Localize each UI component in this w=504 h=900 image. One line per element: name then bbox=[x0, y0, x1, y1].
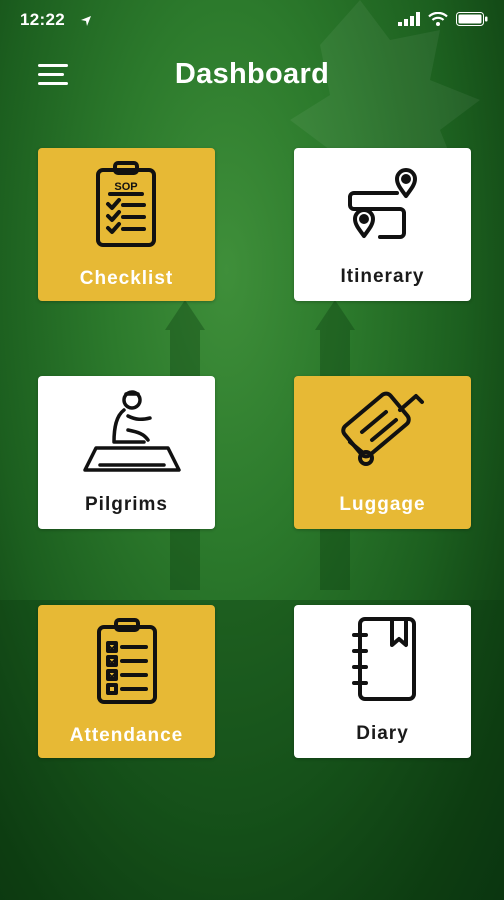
luggage-icon bbox=[341, 391, 424, 466]
status-time: 12:22 bbox=[20, 10, 65, 29]
checklist-tile[interactable]: SOP Checklist bbox=[38, 148, 215, 301]
pilgrims-tile[interactable]: Pilgrims bbox=[38, 376, 215, 529]
praying-pilgrim-icon bbox=[83, 390, 181, 472]
route-map-icon bbox=[348, 168, 417, 239]
battery-icon bbox=[456, 11, 488, 31]
sop-clipboard-icon: SOP bbox=[96, 161, 156, 247]
page-title: Dashboard bbox=[174, 58, 330, 90]
svg-text:SOP: SOP bbox=[114, 181, 137, 193]
luggage-tile[interactable]: Luggage bbox=[294, 376, 471, 529]
diary-label: Diary bbox=[356, 723, 409, 744]
header: Dashboard bbox=[0, 50, 504, 102]
itinerary-tile[interactable]: Itinerary bbox=[294, 148, 471, 301]
luggage-label: Luggage bbox=[339, 494, 426, 515]
attendance-clipboard-icon bbox=[97, 618, 157, 704]
pilgrims-label: Pilgrims bbox=[85, 494, 168, 515]
diary-notebook-icon bbox=[352, 617, 416, 701]
status-bar: 12:22 bbox=[0, 0, 504, 40]
diary-tile[interactable]: Diary bbox=[294, 605, 471, 758]
attendance-label: Attendance bbox=[69, 725, 184, 746]
attendance-tile[interactable]: Attendance bbox=[38, 605, 215, 758]
location-arrow-icon bbox=[80, 12, 92, 32]
checklist-label: Checklist bbox=[79, 268, 174, 289]
cellular-signal-icon bbox=[398, 11, 420, 31]
itinerary-label: Itinerary bbox=[340, 266, 425, 287]
wifi-icon bbox=[428, 11, 448, 31]
